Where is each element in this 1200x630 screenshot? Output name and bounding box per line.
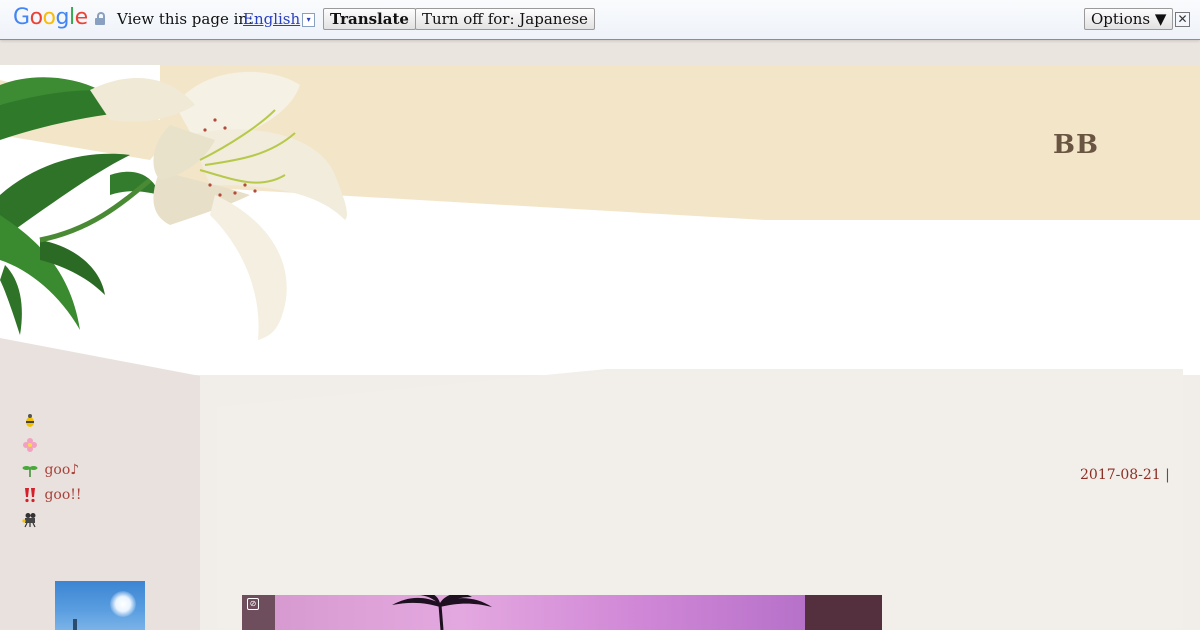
language-select[interactable]: English ▾	[243, 10, 316, 28]
content-background	[217, 369, 1183, 630]
sidebar-item[interactable]	[22, 410, 82, 435]
sidebar-item-label: goo!!	[44, 487, 82, 503]
meta-separator: |	[1165, 467, 1170, 483]
sprout-icon	[22, 466, 38, 477]
image-badge-icon: ⊘	[247, 598, 259, 610]
post-meta: 2017-08-21 |	[1080, 467, 1170, 483]
lily-flower-image	[0, 71, 347, 340]
flower-icon	[23, 438, 37, 452]
options-button[interactable]: Options ▼	[1084, 8, 1174, 30]
google-logo-letters: Google	[13, 5, 88, 30]
blog-title[interactable]: BB	[1053, 130, 1099, 160]
chevron-down-icon[interactable]: ▾	[302, 13, 316, 27]
double-exclamation-icon	[25, 488, 35, 503]
lock-icon	[95, 12, 105, 25]
movie-camera-icon	[22, 513, 36, 528]
header-band	[0, 39, 1200, 65]
sidebar-menu: goo♪ goo!!	[22, 410, 82, 535]
sidebar-thumbnail-image[interactable]	[55, 581, 145, 630]
close-icon[interactable]: ✕	[1175, 12, 1190, 27]
language-link[interactable]: English	[243, 10, 300, 28]
google-logo: Google	[13, 5, 88, 30]
sidebar-item[interactable]: goo!!	[22, 485, 82, 510]
sidebar-item[interactable]	[22, 435, 82, 460]
palm-tree-icon	[392, 595, 492, 630]
sidebar-item[interactable]	[22, 510, 82, 535]
view-page-label: View this page in:	[117, 10, 254, 28]
post-image[interactable]: ⊘	[242, 595, 882, 630]
sidebar-item[interactable]: goo♪	[22, 460, 82, 485]
bee-icon	[26, 414, 34, 427]
translate-bar: Google View this page in: English ▾ Trans…	[0, 0, 1200, 40]
turn-off-button[interactable]: Turn off for: Japanese	[415, 8, 595, 30]
sun-icon	[110, 591, 136, 617]
translate-button[interactable]: Translate	[323, 8, 416, 30]
post-date[interactable]: 2017-08-21	[1080, 467, 1161, 483]
sidebar-item-label: goo♪	[44, 462, 80, 478]
